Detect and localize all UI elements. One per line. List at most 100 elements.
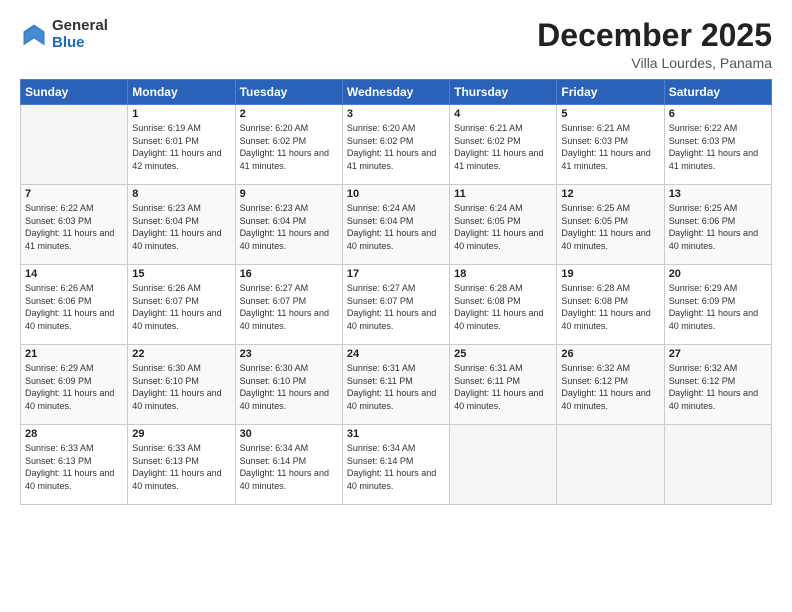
day-detail: Sunrise: 6:25 AMSunset: 6:06 PMDaylight:… [669, 203, 758, 251]
col-header-wednesday: Wednesday [342, 80, 449, 105]
day-detail: Sunrise: 6:20 AMSunset: 6:02 PMDaylight:… [240, 123, 329, 171]
day-detail: Sunrise: 6:32 AMSunset: 6:12 PMDaylight:… [669, 363, 758, 411]
calendar-page: General Blue December 2025 Villa Lourdes… [0, 0, 792, 612]
day-detail: Sunrise: 6:33 AMSunset: 6:13 PMDaylight:… [132, 443, 221, 491]
day-number: 5 [561, 108, 659, 120]
day-cell: 11 Sunrise: 6:24 AMSunset: 6:05 PMDayligh… [450, 185, 557, 265]
day-cell: 14Sunrise: 6:26 AMSunset: 6:06 PMDayligh… [21, 265, 128, 345]
day-cell: 13 Sunrise: 6:25 AMSunset: 6:06 PMDayligh… [664, 185, 771, 265]
day-cell: 16 Sunrise: 6:27 AMSunset: 6:07 PMDayligh… [235, 265, 342, 345]
day-cell: 20Sunrise: 6:29 AMSunset: 6:09 PMDayligh… [664, 265, 771, 345]
day-number: 23 [240, 348, 338, 360]
day-cell: 18Sunrise: 6:28 AMSunset: 6:08 PMDayligh… [450, 265, 557, 345]
day-detail: Sunrise: 6:32 AMSunset: 6:12 PMDaylight:… [561, 363, 650, 411]
day-cell: 10 Sunrise: 6:24 AMSunset: 6:04 PMDayligh… [342, 185, 449, 265]
day-number: 15 [132, 268, 230, 280]
calendar-table: SundayMondayTuesdayWednesdayThursdayFrid… [20, 79, 772, 505]
day-cell: 28 Sunrise: 6:33 AMSunset: 6:13 PMDayligh… [21, 425, 128, 505]
title-block: December 2025 Villa Lourdes, Panama [537, 18, 772, 71]
day-cell: 19 Sunrise: 6:28 AMSunset: 6:08 PMDayligh… [557, 265, 664, 345]
day-cell: 22Sunrise: 6:30 AMSunset: 6:10 PMDayligh… [128, 345, 235, 425]
day-number: 11 [454, 188, 552, 200]
day-number: 16 [240, 268, 338, 280]
day-cell: 26 Sunrise: 6:32 AMSunset: 6:12 PMDayligh… [557, 345, 664, 425]
day-number: 8 [132, 188, 230, 200]
day-cell: 25 Sunrise: 6:31 AMSunset: 6:11 PMDayligh… [450, 345, 557, 425]
day-number: 4 [454, 108, 552, 120]
day-cell: 24 Sunrise: 6:31 AMSunset: 6:11 PMDayligh… [342, 345, 449, 425]
day-number: 29 [132, 428, 230, 440]
col-header-thursday: Thursday [450, 80, 557, 105]
day-cell: 12 Sunrise: 6:25 AMSunset: 6:05 PMDayligh… [557, 185, 664, 265]
day-cell: 31 Sunrise: 6:34 AMSunset: 6:14 PMDayligh… [342, 425, 449, 505]
day-detail: Sunrise: 6:30 AMSunset: 6:10 PMDaylight:… [240, 363, 329, 411]
day-number: 24 [347, 348, 445, 360]
day-number: 7 [25, 188, 123, 200]
day-detail: Sunrise: 6:21 AMSunset: 6:02 PMDaylight:… [454, 123, 543, 171]
day-detail: Sunrise: 6:26 AMSunset: 6:06 PMDaylight:… [25, 283, 114, 331]
day-detail: Sunrise: 6:33 AMSunset: 6:13 PMDaylight:… [25, 443, 114, 491]
day-number: 13 [669, 188, 767, 200]
logo: General Blue [20, 18, 108, 51]
day-cell: 1 Sunrise: 6:19 AMSunset: 6:01 PMDaylight… [128, 105, 235, 185]
day-detail: Sunrise: 6:29 AMSunset: 6:09 PMDaylight:… [25, 363, 114, 411]
day-detail: Sunrise: 6:24 AMSunset: 6:04 PMDaylight:… [347, 203, 436, 251]
location-subtitle: Villa Lourdes, Panama [537, 55, 772, 71]
day-number: 20 [669, 268, 767, 280]
day-number: 17 [347, 268, 445, 280]
day-cell: 4 Sunrise: 6:21 AMSunset: 6:02 PMDaylight… [450, 105, 557, 185]
col-header-friday: Friday [557, 80, 664, 105]
day-detail: Sunrise: 6:24 AMSunset: 6:05 PMDaylight:… [454, 203, 543, 251]
day-detail: Sunrise: 6:31 AMSunset: 6:11 PMDaylight:… [454, 363, 543, 411]
day-cell: 8Sunrise: 6:23 AMSunset: 6:04 PMDaylight… [128, 185, 235, 265]
day-detail: Sunrise: 6:31 AMSunset: 6:11 PMDaylight:… [347, 363, 436, 411]
day-number: 31 [347, 428, 445, 440]
day-detail: Sunrise: 6:34 AMSunset: 6:14 PMDaylight:… [347, 443, 436, 491]
day-number: 26 [561, 348, 659, 360]
col-header-monday: Monday [128, 80, 235, 105]
day-cell: 7 Sunrise: 6:22 AMSunset: 6:03 PMDaylight… [21, 185, 128, 265]
week-row-3: 14Sunrise: 6:26 AMSunset: 6:06 PMDayligh… [21, 265, 772, 345]
day-number: 3 [347, 108, 445, 120]
day-number: 27 [669, 348, 767, 360]
day-cell: 2 Sunrise: 6:20 AMSunset: 6:02 PMDaylight… [235, 105, 342, 185]
col-header-saturday: Saturday [664, 80, 771, 105]
day-number: 1 [132, 108, 230, 120]
week-row-4: 21 Sunrise: 6:29 AMSunset: 6:09 PMDayligh… [21, 345, 772, 425]
day-cell: 9 Sunrise: 6:23 AMSunset: 6:04 PMDaylight… [235, 185, 342, 265]
col-header-sunday: Sunday [21, 80, 128, 105]
day-detail: Sunrise: 6:28 AMSunset: 6:08 PMDaylight:… [561, 283, 650, 331]
day-detail: Sunrise: 6:27 AMSunset: 6:07 PMDaylight:… [240, 283, 329, 331]
day-detail: Sunrise: 6:22 AMSunset: 6:03 PMDaylight:… [25, 203, 114, 251]
day-detail: Sunrise: 6:23 AMSunset: 6:04 PMDaylight:… [240, 203, 329, 251]
day-cell: 23 Sunrise: 6:30 AMSunset: 6:10 PMDayligh… [235, 345, 342, 425]
day-cell [450, 425, 557, 505]
day-cell [664, 425, 771, 505]
day-cell: 6Sunrise: 6:22 AMSunset: 6:03 PMDaylight… [664, 105, 771, 185]
week-row-2: 7 Sunrise: 6:22 AMSunset: 6:03 PMDaylight… [21, 185, 772, 265]
day-cell: 21 Sunrise: 6:29 AMSunset: 6:09 PMDayligh… [21, 345, 128, 425]
logo-blue: Blue [52, 34, 85, 51]
day-number: 22 [132, 348, 230, 360]
day-number: 25 [454, 348, 552, 360]
logo-general: General [52, 17, 108, 34]
day-number: 6 [669, 108, 767, 120]
day-detail: Sunrise: 6:34 AMSunset: 6:14 PMDaylight:… [240, 443, 329, 491]
day-detail: Sunrise: 6:20 AMSunset: 6:02 PMDaylight:… [347, 123, 436, 171]
day-number: 28 [25, 428, 123, 440]
day-number: 12 [561, 188, 659, 200]
day-number: 19 [561, 268, 659, 280]
day-cell: 30 Sunrise: 6:34 AMSunset: 6:14 PMDayligh… [235, 425, 342, 505]
day-number: 10 [347, 188, 445, 200]
day-detail: Sunrise: 6:27 AMSunset: 6:07 PMDaylight:… [347, 283, 436, 331]
day-detail: Sunrise: 6:21 AMSunset: 6:03 PMDaylight:… [561, 123, 650, 171]
day-cell: 5 Sunrise: 6:21 AMSunset: 6:03 PMDaylight… [557, 105, 664, 185]
day-number: 2 [240, 108, 338, 120]
day-number: 21 [25, 348, 123, 360]
logo-text: General Blue [52, 18, 108, 51]
day-detail: Sunrise: 6:26 AMSunset: 6:07 PMDaylight:… [132, 283, 221, 331]
day-number: 30 [240, 428, 338, 440]
day-detail: Sunrise: 6:25 AMSunset: 6:05 PMDaylight:… [561, 203, 650, 251]
day-detail: Sunrise: 6:19 AMSunset: 6:01 PMDaylight:… [132, 123, 221, 171]
day-number: 9 [240, 188, 338, 200]
